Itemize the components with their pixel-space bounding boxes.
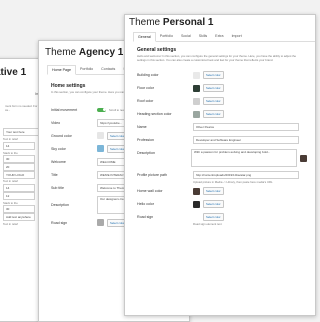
field-label: Text in relief (3, 179, 18, 184)
field-label: Stack to the (3, 200, 18, 205)
tab-general[interactable]: General (133, 32, 156, 42)
text-field[interactable]: YOUR LOGO (3, 170, 35, 179)
select-color-button[interactable]: Select color (203, 213, 224, 221)
field-label: Text in relief (3, 221, 18, 226)
row-label: Hello color (137, 202, 154, 206)
text-field[interactable]: http://content/uploads/2019/10/avatar.pn… (193, 171, 299, 179)
window-theme-personal: Theme Personal 1 General Portfolio Socia… (124, 14, 316, 316)
row-label: Heading section color (137, 112, 172, 116)
field-label: Stack to the (3, 150, 18, 155)
window-title: Theme Agency 1 (45, 47, 123, 58)
text-field[interactable]: With a passion for problem-solving and d… (191, 149, 297, 167)
select-color-button[interactable]: Select color (203, 187, 224, 195)
row-label: Building color (137, 73, 159, 77)
color-swatch (193, 84, 200, 92)
tab-import[interactable]: Import (228, 32, 246, 41)
color-swatch (300, 154, 307, 162)
row-label: Sky color (51, 146, 66, 151)
settings-rows: Building color Select color Floor color Sel… (137, 71, 307, 229)
row-label: Title (51, 172, 58, 177)
color-swatch (193, 200, 200, 208)
row-label: Initial movement (51, 107, 78, 112)
row-label: Name (137, 125, 147, 129)
toggle-switch[interactable] (97, 107, 106, 112)
text-field[interactable]: Oliver Pearce (193, 123, 299, 131)
row-label: Welcome (51, 159, 66, 164)
text-field[interactable]: 12 (3, 191, 35, 200)
title-bold: ative 1 (0, 67, 27, 78)
field-label: Text in relief (3, 137, 18, 142)
tab-extra[interactable]: Extra (211, 32, 227, 41)
color-swatch (97, 132, 104, 139)
row-label: Profile picture path (137, 173, 167, 177)
row-label: Video (51, 120, 61, 125)
row-label: Roof color (137, 99, 154, 103)
row-label: Description (51, 203, 69, 207)
row-label: Profession (137, 138, 154, 142)
field-hint: Road sign element text (193, 222, 222, 226)
section-title: Home settings (51, 83, 86, 89)
select-color-button[interactable]: Select color (203, 110, 224, 118)
tab-portfolio[interactable]: Portfolio (156, 32, 177, 41)
field-hint: Upload picture in Media -> Library, then… (193, 180, 273, 184)
row-label: Floor color (137, 86, 154, 90)
color-swatch (193, 187, 200, 195)
row-label: Description (137, 151, 155, 155)
row-label: Road sign (137, 215, 154, 219)
title-bold: Personal 1 (162, 17, 214, 28)
row-label: Sub title (51, 185, 64, 190)
select-color-button[interactable]: Select color (203, 97, 224, 105)
select-color-button[interactable]: Select color (203, 71, 224, 79)
tab-bar: General Portfolio Social Skills Extra Im… (133, 32, 315, 42)
section-title: General settings (137, 47, 177, 53)
tab-social[interactable]: Social (177, 32, 195, 41)
title-prefix: Theme (129, 17, 163, 28)
text-field[interactable]: 14 (3, 141, 35, 150)
tab-contacts[interactable]: Contacts (97, 65, 119, 74)
text-field[interactable]: Developer and Software Engineer (193, 136, 299, 144)
section-description: Hello and welcome! In this section, you … (137, 54, 297, 62)
tab-portfolio[interactable]: Portfolio (76, 65, 97, 74)
color-swatch (193, 97, 200, 105)
select-color-button[interactable]: Select color (203, 84, 224, 92)
text-field[interactable]: Add text anywhere (3, 213, 35, 222)
color-swatch (193, 213, 200, 221)
select-color-button[interactable]: Select color (203, 200, 224, 208)
tab-home-page[interactable]: Home Page (47, 65, 76, 75)
window-title: ative 1 (0, 67, 26, 78)
title-prefix: Theme (45, 47, 79, 58)
color-swatch (97, 219, 104, 226)
window-title: Theme Personal 1 (129, 17, 214, 28)
tab-skills[interactable]: Skills (195, 32, 211, 41)
title-bold: Agency 1 (78, 47, 124, 58)
color-swatch (97, 145, 104, 152)
row-label: Ground color (51, 133, 72, 138)
color-swatch (193, 71, 200, 79)
row-label: Road sign (51, 220, 68, 225)
row-label: Home wall color (137, 189, 163, 193)
color-swatch (193, 110, 200, 118)
